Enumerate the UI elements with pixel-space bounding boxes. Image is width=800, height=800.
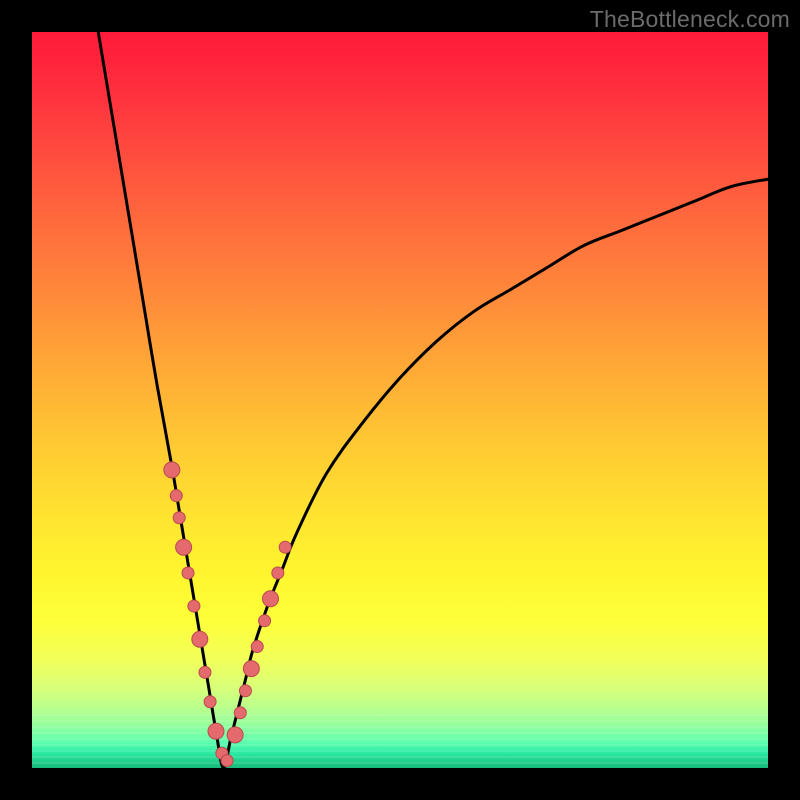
marker-group: [164, 462, 291, 767]
bottleneck-curve-path: [98, 32, 768, 768]
curve-marker: [221, 755, 233, 767]
curve-marker: [251, 641, 263, 653]
curve-marker: [259, 615, 271, 627]
watermark-text: TheBottleneck.com: [590, 6, 790, 33]
curve-marker: [182, 567, 194, 579]
curve-marker: [199, 666, 211, 678]
curve-marker: [239, 685, 251, 697]
curve-marker: [234, 707, 246, 719]
curve-marker: [208, 723, 224, 739]
curve-group: [98, 32, 768, 768]
curve-marker: [192, 631, 208, 647]
curve-marker: [272, 567, 284, 579]
curve-marker: [279, 541, 291, 553]
curve-marker: [262, 591, 278, 607]
curve-marker: [188, 600, 200, 612]
curve-marker: [164, 462, 180, 478]
plot-area: [32, 32, 768, 768]
curve-marker: [173, 512, 185, 524]
curve-marker: [170, 490, 182, 502]
curve-marker: [204, 696, 216, 708]
curve-marker: [243, 661, 259, 677]
curve-marker: [176, 539, 192, 555]
curve-marker: [227, 727, 243, 743]
bottleneck-curve-svg: [32, 32, 768, 768]
chart-frame: TheBottleneck.com: [0, 0, 800, 800]
